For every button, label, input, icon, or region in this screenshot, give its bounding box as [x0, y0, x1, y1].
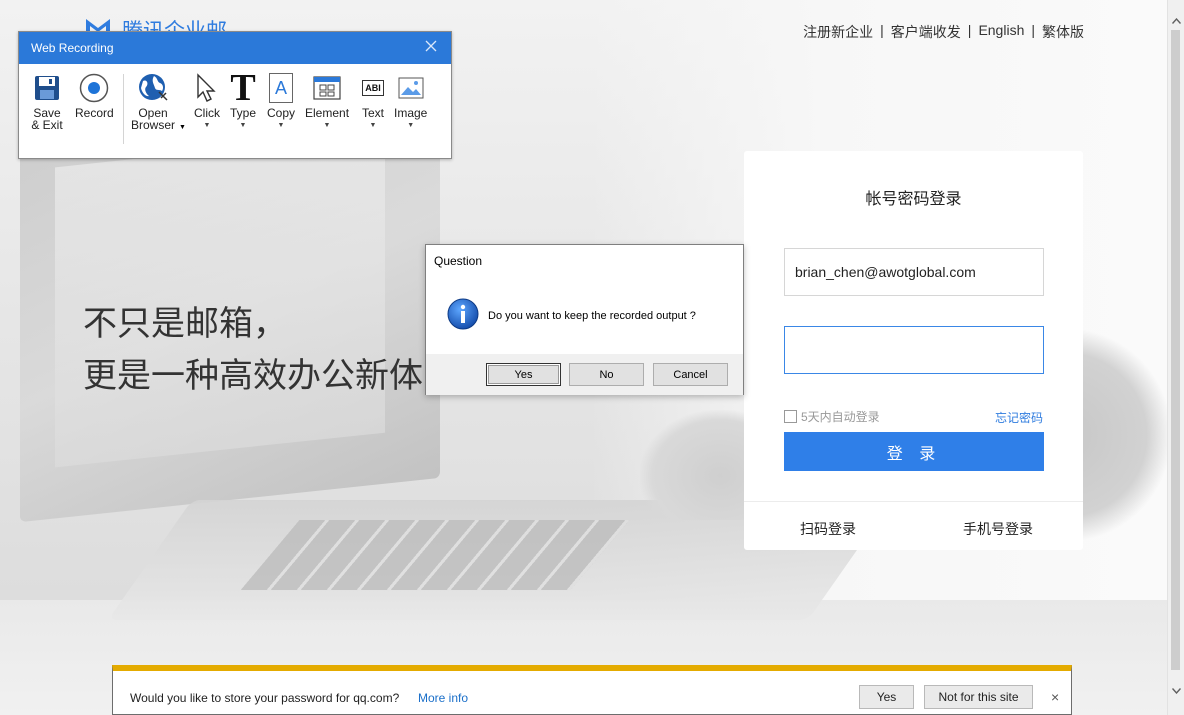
link-traditional-chinese[interactable]: 繁体版: [1042, 22, 1084, 42]
password-field[interactable]: [784, 326, 1044, 374]
copy-caret-icon[interactable]: ▼: [278, 120, 285, 132]
password-save-bar: Would you like to store your password fo…: [112, 665, 1072, 715]
type-label: Type: [229, 106, 256, 120]
password-save-message: Would you like to store your password fo…: [130, 691, 400, 705]
remember-checkbox[interactable]: [784, 410, 797, 423]
remember-label: 5天内自动登录: [801, 410, 880, 424]
login-button[interactable]: 登 录: [784, 432, 1044, 471]
save-exit-button[interactable]: Save & Exit: [31, 72, 63, 131]
globe-icon: [137, 72, 169, 104]
image-button[interactable]: Image ▼: [394, 72, 427, 132]
web-recording-toolbar: Web Recording Save & Exit Record Open Br…: [18, 31, 452, 159]
cursor-icon: [191, 72, 223, 104]
link-separator: |: [880, 22, 884, 38]
dialog-no-button[interactable]: No: [569, 363, 644, 386]
record-button[interactable]: Record: [75, 72, 114, 119]
link-english[interactable]: English: [978, 22, 1024, 42]
element-button[interactable]: Element ▼: [305, 72, 349, 132]
type-glyph: T: [230, 67, 256, 109]
recording-tools: Save & Exit Record Open Browser ▼ Click …: [19, 64, 451, 158]
info-icon: [447, 298, 479, 335]
question-dialog: Question Do you want to keep the recorde…: [425, 244, 744, 395]
link-separator: |: [967, 22, 972, 38]
email-field[interactable]: [784, 248, 1044, 296]
type-button[interactable]: T Type ▼: [227, 67, 259, 132]
save-icon: [31, 72, 63, 104]
element-caret-icon[interactable]: ▼: [324, 120, 331, 132]
image-caret-icon[interactable]: ▼: [407, 120, 414, 132]
open-browser-button[interactable]: Open Browser: [131, 72, 175, 131]
dialog-title: Question: [434, 254, 483, 268]
record-label: Record: [75, 106, 114, 120]
link-client[interactable]: 客户端收发: [891, 22, 961, 42]
copy-label: Copy: [266, 106, 295, 120]
login-title: 帐号密码登录: [865, 191, 962, 208]
click-button[interactable]: Click ▼: [191, 72, 223, 132]
phone-login-link[interactable]: 手机号登录: [963, 519, 1033, 539]
recording-title: Web Recording: [31, 41, 114, 55]
element-icon: [311, 72, 343, 104]
click-label: Click: [194, 106, 220, 120]
type-icon: T: [227, 67, 259, 109]
top-links: 注册新企业 | 客户端收发 | English | 繁体版: [803, 22, 1084, 42]
not-for-this-site-button[interactable]: Not for this site: [924, 685, 1033, 709]
hero-line-2: 更是一种高效办公新体: [83, 357, 423, 395]
toolbar-separator: [123, 74, 124, 144]
recording-titlebar[interactable]: Web Recording: [19, 32, 451, 64]
qr-login-link[interactable]: 扫码登录: [800, 519, 856, 539]
link-separator: |: [1031, 22, 1035, 38]
background-keyboard-keys: [240, 520, 630, 590]
scroll-up-arrow-icon[interactable]: [1168, 12, 1184, 29]
recording-close-icon[interactable]: [425, 39, 437, 57]
copy-button[interactable]: A Copy ▼: [265, 72, 297, 132]
text-label: Text: [361, 106, 384, 120]
card-divider: [744, 501, 1083, 502]
close-icon[interactable]: ×: [1051, 689, 1059, 705]
hero-line-1: 不只是邮箱，: [83, 305, 287, 343]
link-register-company[interactable]: 注册新企业: [803, 22, 873, 42]
image-icon: [395, 72, 427, 104]
text-icon: ABI: [357, 72, 389, 104]
type-caret-icon[interactable]: ▼: [240, 120, 247, 132]
vertical-scrollbar[interactable]: [1167, 0, 1184, 715]
save-password-yes-button[interactable]: Yes: [859, 685, 914, 709]
copy-glyph: A: [269, 73, 293, 103]
text-caret-icon[interactable]: ▼: [370, 120, 377, 132]
open-browser-caret-icon[interactable]: ▼: [179, 124, 186, 131]
text-button[interactable]: ABI Text ▼: [357, 72, 389, 132]
copy-icon: A: [265, 72, 297, 104]
scroll-down-arrow-icon[interactable]: [1168, 682, 1184, 699]
remember-me[interactable]: 5天内自动登录: [784, 408, 880, 425]
click-caret-icon[interactable]: ▼: [204, 120, 211, 132]
text-glyph: ABI: [362, 80, 384, 96]
record-icon: [78, 72, 110, 104]
scroll-thumb[interactable]: [1171, 30, 1180, 670]
save-exit-label-2: & Exit: [31, 118, 63, 132]
element-label: Element: [305, 106, 350, 120]
login-card: 帐号密码登录 5天内自动登录 忘记密码 登 录 扫码登录 手机号登录: [744, 151, 1083, 550]
more-info-link[interactable]: More info: [418, 691, 468, 705]
dialog-yes-button[interactable]: Yes: [486, 363, 561, 386]
image-label: Image: [394, 106, 428, 120]
forgot-password-link[interactable]: 忘记密码: [995, 409, 1043, 426]
dialog-cancel-button[interactable]: Cancel: [653, 363, 728, 386]
dialog-message: Do you want to keep the recorded output …: [488, 310, 696, 322]
open-browser-label-2: Browser: [131, 118, 176, 132]
hero-slogan: 不只是邮箱， 更是一种高效办公新体: [83, 298, 423, 402]
